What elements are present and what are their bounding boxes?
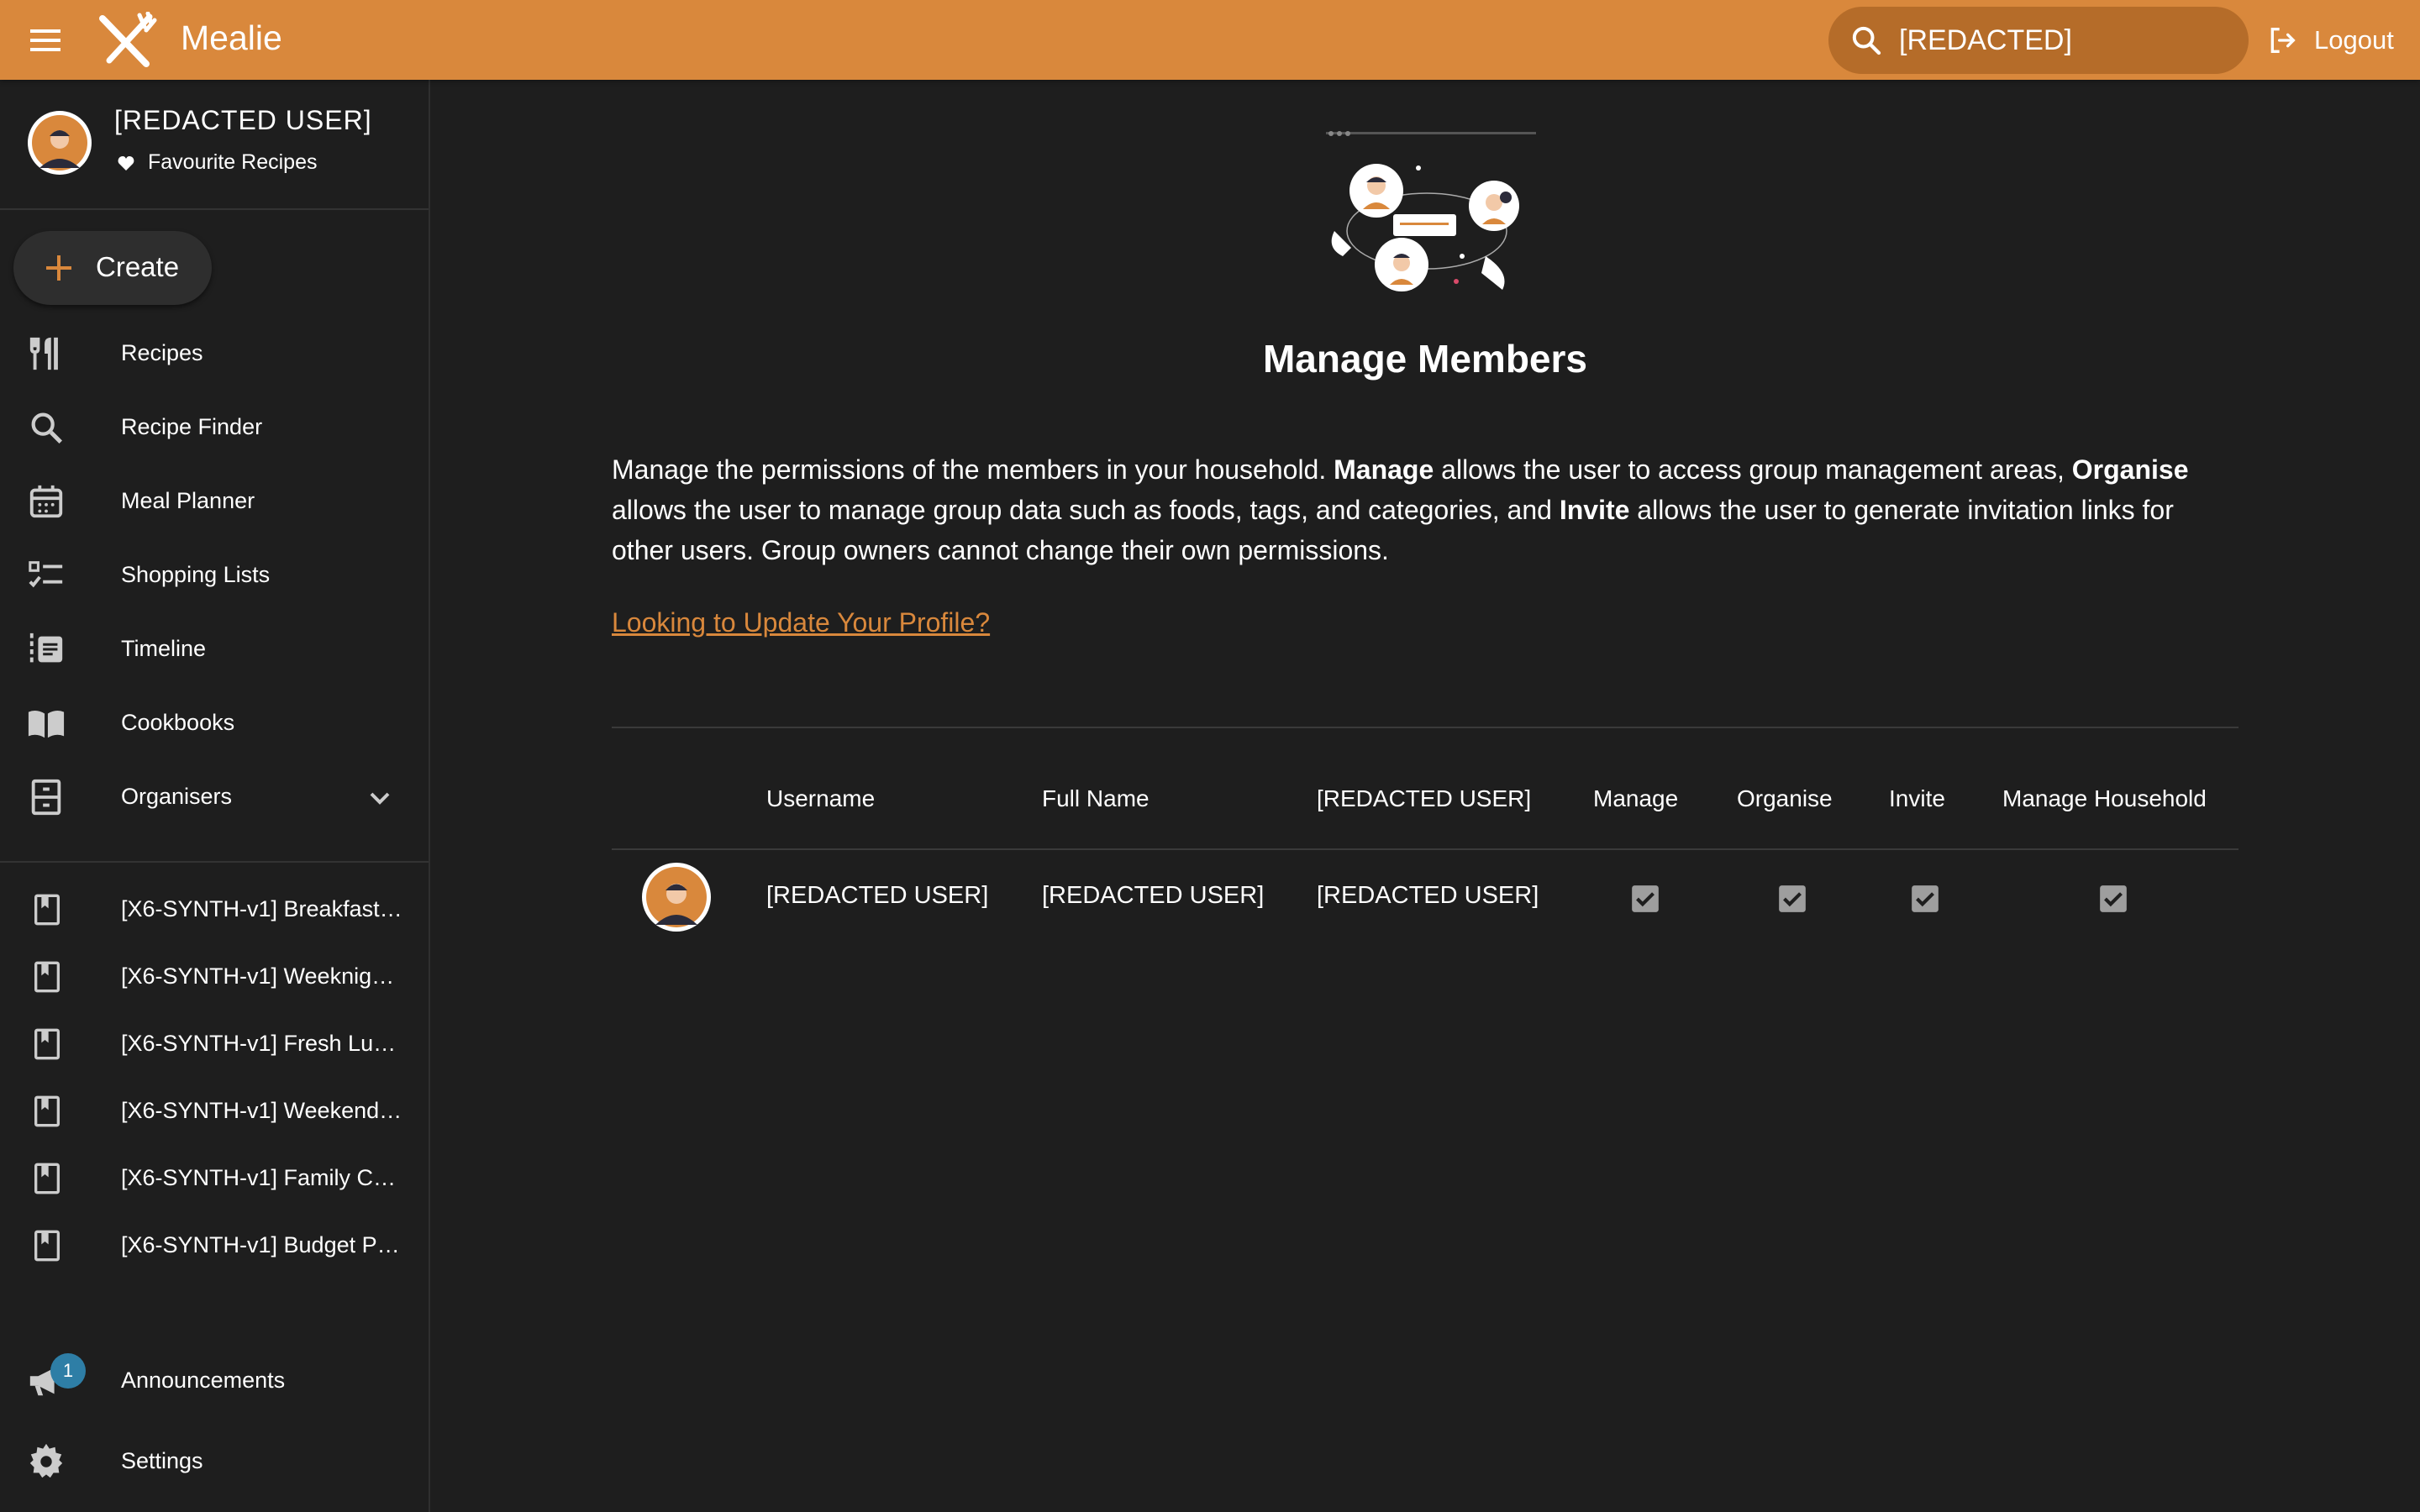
manage-household-checkbox[interactable] [2097, 883, 2129, 915]
menu-icon[interactable] [25, 21, 66, 60]
bookmark-book-icon [34, 1230, 60, 1262]
sidebar-item-label: Cookbooks [121, 710, 235, 735]
invite-checkbox[interactable] [1909, 883, 1941, 915]
sidebar-cookbook-item[interactable]: [X6-SYNTH-v1] Weekend Baking [0, 1078, 429, 1145]
calendar-icon [29, 485, 63, 518]
cell-username: [REDACTED USER] [766, 882, 989, 909]
bookmark-book-icon [34, 961, 60, 993]
sidebar-item-organisers[interactable]: Organisers [0, 759, 429, 833]
sidebar-cookbook-item[interactable]: [X6-SYNTH-v1] Weeknight Dinners [0, 943, 429, 1011]
table-header-divider [612, 848, 2238, 850]
sidebar-item-recipe-finder[interactable]: Recipe Finder [0, 390, 429, 464]
checklist-icon [29, 561, 63, 588]
plus-icon [46, 255, 71, 281]
sidebar-item-label: Timeline [121, 636, 207, 661]
description-bold-organise: Organise [2071, 454, 2189, 485]
logout-label: Logout [2314, 25, 2394, 55]
sidebar-item-label: Shopping Lists [121, 562, 271, 587]
favourite-recipes-label: Favourite Recipes [148, 150, 318, 174]
column-header-organise[interactable]: Organise [1737, 785, 1833, 812]
user-name: [REDACTED USER] [114, 105, 372, 135]
logout-icon [2270, 28, 2296, 53]
gear-icon [29, 1443, 63, 1478]
sidebar-cookbook-item[interactable]: [X6-SYNTH-v1] Fresh Lunches [0, 1011, 429, 1078]
description-text: Manage the permissions of the members in… [612, 454, 1334, 485]
timeline-icon [29, 633, 63, 666]
table-divider [612, 727, 2238, 728]
update-profile-link[interactable]: Looking to Update Your Profile? [612, 607, 990, 638]
sidebar-item-meal-planner[interactable]: Meal Planner [0, 464, 429, 538]
sidebar: [REDACTED USER] Favourite Recipes Create… [0, 80, 430, 1512]
sidebar-item-label: Organisers [121, 784, 233, 809]
sidebar-item-shopping-lists[interactable]: Shopping Lists [0, 538, 429, 612]
sidebar-item-settings[interactable]: Settings [0, 1424, 429, 1498]
sidebar-item-timeline[interactable]: Timeline [0, 612, 429, 685]
book-open-icon [28, 711, 65, 738]
sidebar-item-label: Announcements [121, 1368, 286, 1393]
search-icon [31, 412, 63, 444]
avatar[interactable] [26, 109, 93, 176]
column-header-manage[interactable]: Manage [1593, 785, 1678, 812]
favourite-recipes-link[interactable]: Favourite Recipes [116, 150, 317, 175]
organise-checkbox[interactable] [1776, 883, 1808, 915]
sidebar-item-label: Recipe Finder [121, 414, 263, 439]
description-text: allows the user to manage group data suc… [612, 495, 1560, 525]
app-title[interactable]: Mealie [181, 18, 282, 58]
bookmark-book-icon [34, 894, 60, 926]
sidebar-cookbook-item[interactable]: [X6-SYNTH-v1] Budget Pantry Meals [0, 1212, 429, 1279]
page-title: Manage Members [1262, 337, 1587, 381]
bookmark-book-icon [34, 1028, 60, 1060]
description-bold-invite: Invite [1559, 495, 1630, 525]
cookbook-label: [X6-SYNTH-v1] Fresh Lunches [121, 1031, 407, 1056]
members-illustration [1326, 131, 1536, 291]
column-header-manage-household[interactable]: Manage Household [2002, 785, 2207, 812]
bookmark-book-icon [34, 1095, 60, 1127]
description-bold-manage: Manage [1334, 454, 1434, 485]
main-content: Manage Members Manage the permissions of… [430, 80, 2420, 1512]
app-bar: Mealie [REDACTED] Logout [0, 0, 2420, 80]
column-header-invite[interactable]: Invite [1889, 785, 1945, 812]
avatar [642, 863, 711, 932]
cookbook-label: [X6-SYNTH-v1] Weeknight Dinners [121, 963, 407, 989]
sidebar-cookbook-item[interactable]: [X6-SYNTH-v1] Breakfast Favourites [0, 876, 429, 943]
fork-knife-icon [29, 337, 58, 370]
user-block: [REDACTED USER] Favourite Recipes [0, 80, 429, 210]
description-text: allows the user to access group manageme… [1434, 454, 2072, 485]
cell-full-name: [REDACTED USER] [1042, 882, 1265, 909]
sidebar-item-recipes[interactable]: Recipes [0, 316, 429, 390]
chevron-down-icon[interactable] [363, 781, 397, 815]
search-value: [REDACTED] [1899, 24, 2072, 56]
page-description: Manage the permissions of the members in… [612, 449, 2242, 570]
cell-user: [REDACTED USER] [1317, 882, 1539, 909]
cabinet-icon [31, 779, 61, 816]
manage-checkbox[interactable] [1629, 883, 1661, 915]
create-label: Create [96, 251, 180, 282]
sidebar-item-label: Recipes [121, 340, 203, 365]
bookmark-book-icon [34, 1163, 60, 1194]
heart-icon [118, 155, 134, 171]
sidebar-cookbook-item[interactable]: [X6-SYNTH-v1] Family Comfort Food [0, 1145, 429, 1212]
column-header-full-name[interactable]: Full Name [1042, 785, 1150, 812]
search-input[interactable]: [REDACTED] [1828, 7, 2249, 74]
announcements-badge: 1 [50, 1353, 86, 1389]
mealie-logo-icon[interactable] [97, 11, 158, 69]
cookbook-label: [X6-SYNTH-v1] Budget Pantry Meals [121, 1232, 407, 1257]
create-button[interactable]: Create [13, 231, 212, 305]
sidebar-divider [0, 861, 429, 863]
sidebar-item-label: Meal Planner [121, 488, 255, 513]
search-icon [1852, 26, 1881, 55]
cookbook-label: [X6-SYNTH-v1] Breakfast Favourites [121, 896, 407, 921]
sidebar-item-label: Settings [121, 1448, 203, 1473]
cookbook-label: [X6-SYNTH-v1] Family Comfort Food [121, 1165, 407, 1190]
logout-button[interactable]: Logout [2265, 20, 2394, 60]
column-header-user[interactable]: [REDACTED USER] [1317, 785, 1531, 812]
cookbook-label: [X6-SYNTH-v1] Weekend Baking [121, 1098, 407, 1123]
sidebar-item-cookbooks[interactable]: Cookbooks [0, 685, 429, 759]
sidebar-item-announcements[interactable]: 1 Announcements [0, 1343, 429, 1417]
column-header-username[interactable]: Username [766, 785, 875, 812]
